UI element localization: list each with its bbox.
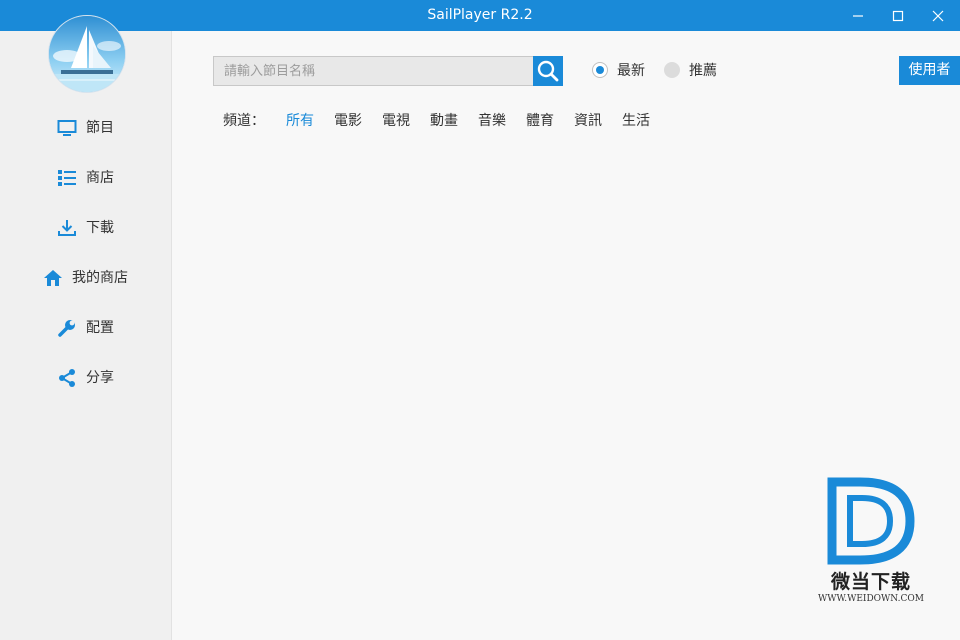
avatar[interactable] <box>48 15 126 93</box>
watermark-logo-icon <box>827 477 915 565</box>
close-icon <box>932 10 944 22</box>
sidebar-item-label: 分享 <box>86 370 114 386</box>
sort-recommended-radio[interactable] <box>664 62 680 78</box>
minimize-button[interactable] <box>838 0 878 31</box>
watermark-url: WWW.WEIDOWN.COM <box>818 594 924 604</box>
search-bar <box>213 56 563 86</box>
sidebar-item-label: 配置 <box>86 320 114 336</box>
sidebar-item-share[interactable]: 分享 <box>0 360 171 396</box>
sidebar-item-label: 節目 <box>86 120 114 136</box>
monitor-icon <box>57 120 77 136</box>
channel-music[interactable]: 音樂 <box>478 110 506 130</box>
share-icon <box>59 369 75 387</box>
user-button[interactable]: 使用者 <box>899 56 960 85</box>
sidebar-item-download[interactable]: 下載 <box>0 210 171 246</box>
wrench-icon <box>58 320 75 337</box>
search-input[interactable] <box>213 56 543 86</box>
sailboat-avatar-image <box>49 16 125 92</box>
list-icon <box>58 170 76 186</box>
sort-newest-radio[interactable] <box>592 62 608 78</box>
search-icon <box>537 60 559 82</box>
sidebar-item-label: 我的商店 <box>72 270 128 286</box>
sidebar-item-my-store[interactable]: 我的商店 <box>0 260 171 296</box>
sort-newest-label[interactable]: 最新 <box>617 60 645 80</box>
sidebar-item-label: 下載 <box>86 220 114 236</box>
channel-all[interactable]: 所有 <box>286 110 314 130</box>
channel-animation[interactable]: 動畫 <box>430 110 458 130</box>
channel-label: 頻道： <box>223 113 265 129</box>
search-button[interactable] <box>533 56 563 86</box>
maximize-icon <box>892 10 904 22</box>
sidebar-item-label: 商店 <box>86 170 114 186</box>
minimize-icon <box>853 15 863 17</box>
window-title: SailPlayer R2.2 <box>427 7 533 23</box>
channel-news[interactable]: 資訊 <box>574 110 602 130</box>
channel-lifestyle[interactable]: 生活 <box>622 110 650 130</box>
home-icon <box>44 270 62 286</box>
sort-recommended-label[interactable]: 推薦 <box>689 60 717 80</box>
sidebar-item-settings[interactable]: 配置 <box>0 310 171 346</box>
channel-tv[interactable]: 電視 <box>382 110 410 130</box>
sidebar-item-programs[interactable]: 節目 <box>0 110 171 146</box>
maximize-button[interactable] <box>878 0 918 31</box>
channel-sports[interactable]: 體育 <box>526 110 554 130</box>
channel-movies[interactable]: 電影 <box>334 110 362 130</box>
sidebar: 節目 商店 下載 我的商店 配置 分享 <box>0 15 172 640</box>
close-button[interactable] <box>918 0 958 31</box>
download-icon <box>58 220 76 236</box>
watermark: 微当下载 WWW.WEIDOWN.COM <box>812 474 930 614</box>
watermark-brand: 微当下载 <box>830 571 911 593</box>
title-bar: SailPlayer R2.2 <box>0 0 960 31</box>
sidebar-item-store[interactable]: 商店 <box>0 160 171 196</box>
